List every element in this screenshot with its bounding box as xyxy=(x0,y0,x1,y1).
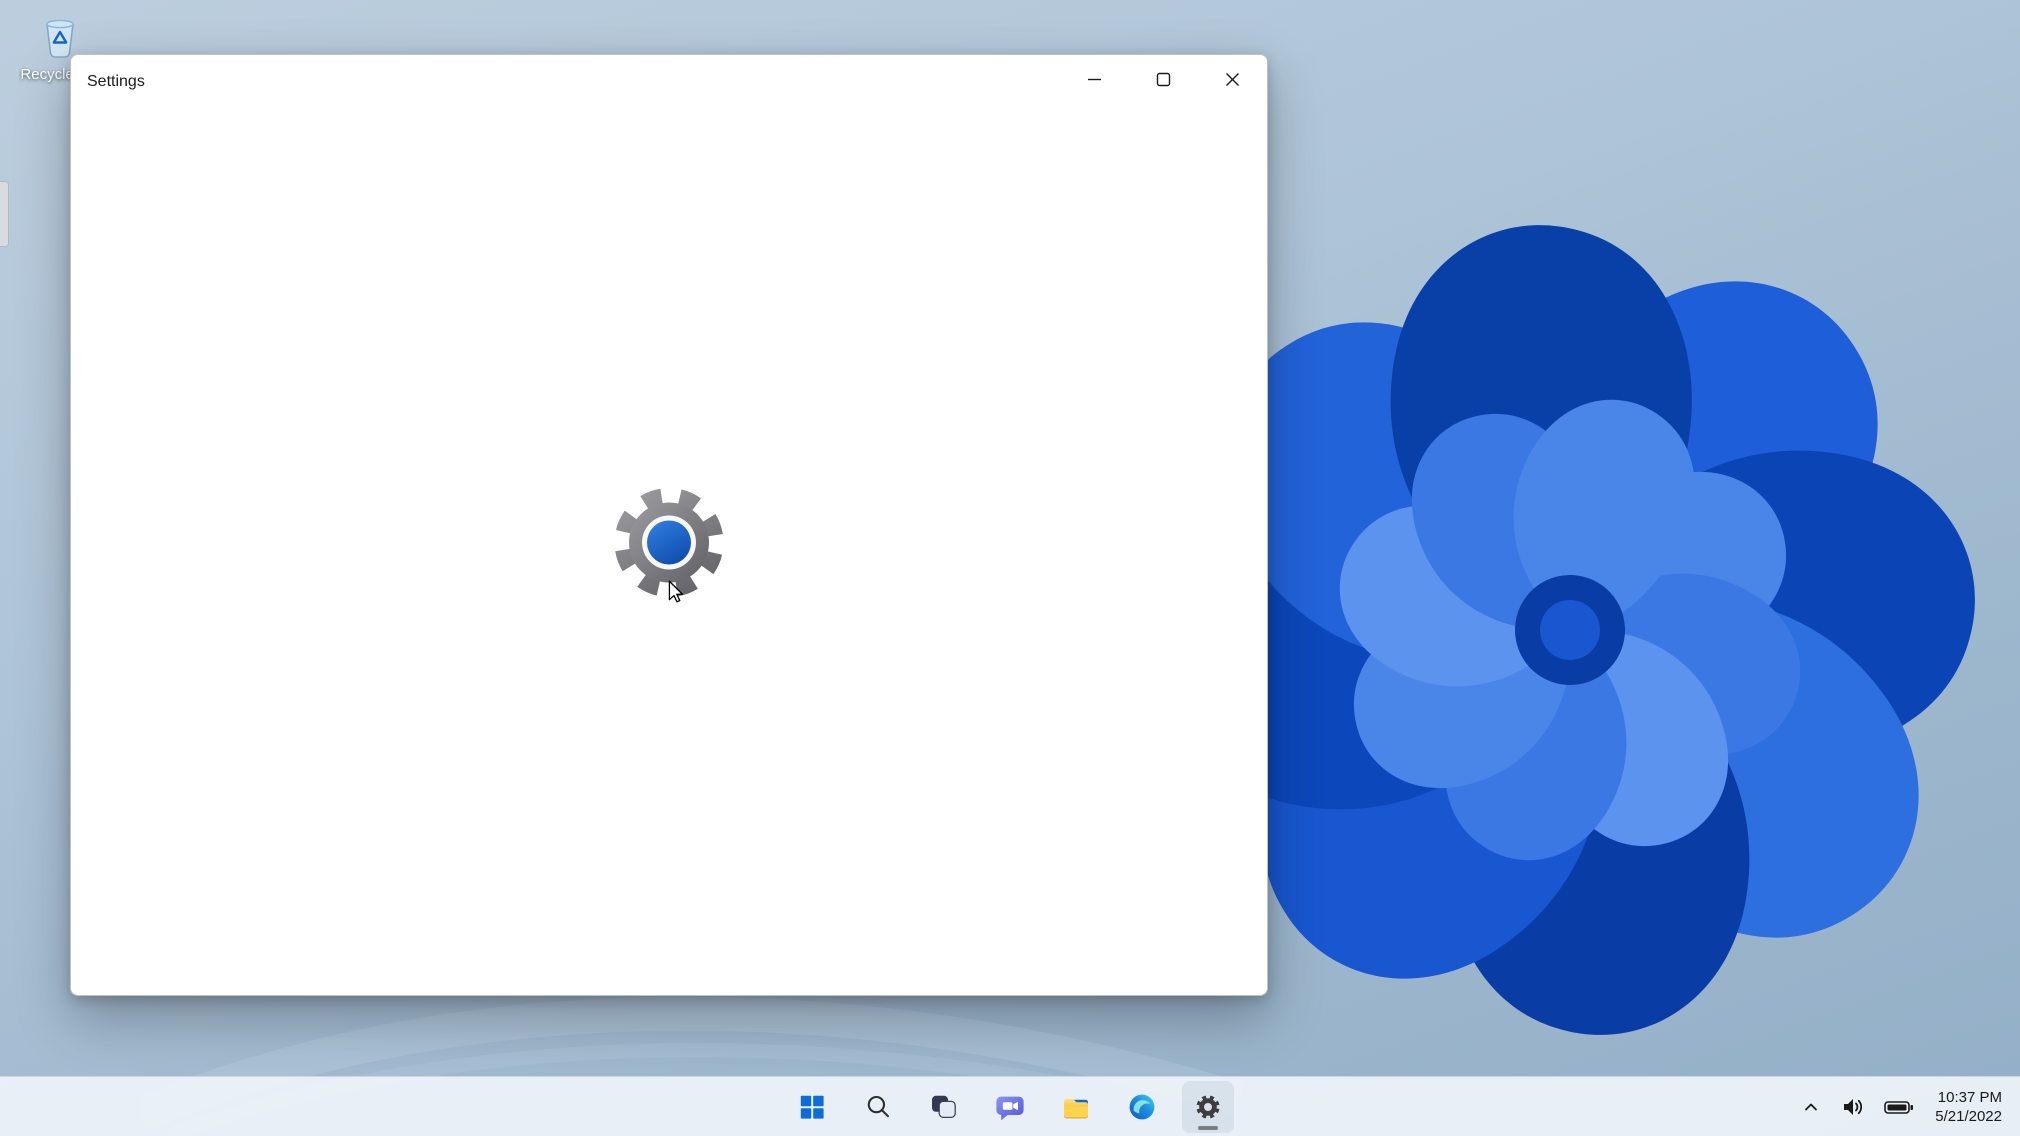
minimize-icon xyxy=(1088,78,1101,80)
close-icon xyxy=(1226,72,1239,86)
mouse-cursor xyxy=(668,580,684,603)
taskbar-center-group xyxy=(786,1077,1234,1136)
edge-browser-icon xyxy=(1129,1094,1155,1120)
hidden-icons-button[interactable] xyxy=(1793,1085,1829,1129)
task-view-icon xyxy=(932,1095,956,1119)
edge-browser-button[interactable] xyxy=(1116,1081,1168,1133)
file-explorer-button[interactable] xyxy=(1050,1081,1102,1133)
task-view-button[interactable] xyxy=(918,1081,970,1133)
chat-icon xyxy=(996,1096,1024,1121)
window-title: Settings xyxy=(87,73,145,90)
clock[interactable]: 10:37 PM 5/21/2022 xyxy=(1925,1085,2010,1129)
volume-button[interactable] xyxy=(1833,1085,1873,1129)
maximize-icon xyxy=(1156,72,1171,86)
titlebar[interactable]: Settings xyxy=(71,55,1267,113)
close-button[interactable] xyxy=(1198,55,1267,103)
settings-window-body xyxy=(71,113,1267,995)
caption-buttons xyxy=(1060,55,1267,103)
volume-icon xyxy=(1844,1099,1863,1115)
tray-time: 10:37 PM xyxy=(1937,1089,2002,1106)
chat-button[interactable] xyxy=(984,1081,1036,1133)
settings-gear-icon xyxy=(1196,1095,1220,1119)
search-button[interactable] xyxy=(852,1081,904,1133)
battery-button[interactable] xyxy=(1877,1085,1921,1129)
system-tray: 10:37 PM 5/21/2022 xyxy=(1793,1077,2010,1136)
start-button[interactable] xyxy=(786,1081,838,1133)
taskbar: 10:37 PM 5/21/2022 xyxy=(0,1076,2020,1136)
settings-taskbar-button[interactable] xyxy=(1182,1081,1234,1133)
battery-icon xyxy=(1884,1100,1914,1114)
maximize-button[interactable] xyxy=(1129,55,1198,103)
search-icon xyxy=(867,1095,890,1118)
file-explorer-icon xyxy=(1064,1099,1088,1119)
windows-start-icon xyxy=(800,1095,824,1119)
minimize-button[interactable] xyxy=(1060,55,1129,103)
background-window-edge xyxy=(0,181,9,247)
chevron-up-icon xyxy=(1805,1103,1818,1111)
settings-window: Settings xyxy=(70,54,1268,996)
tray-date: 5/21/2022 xyxy=(1935,1108,2002,1125)
